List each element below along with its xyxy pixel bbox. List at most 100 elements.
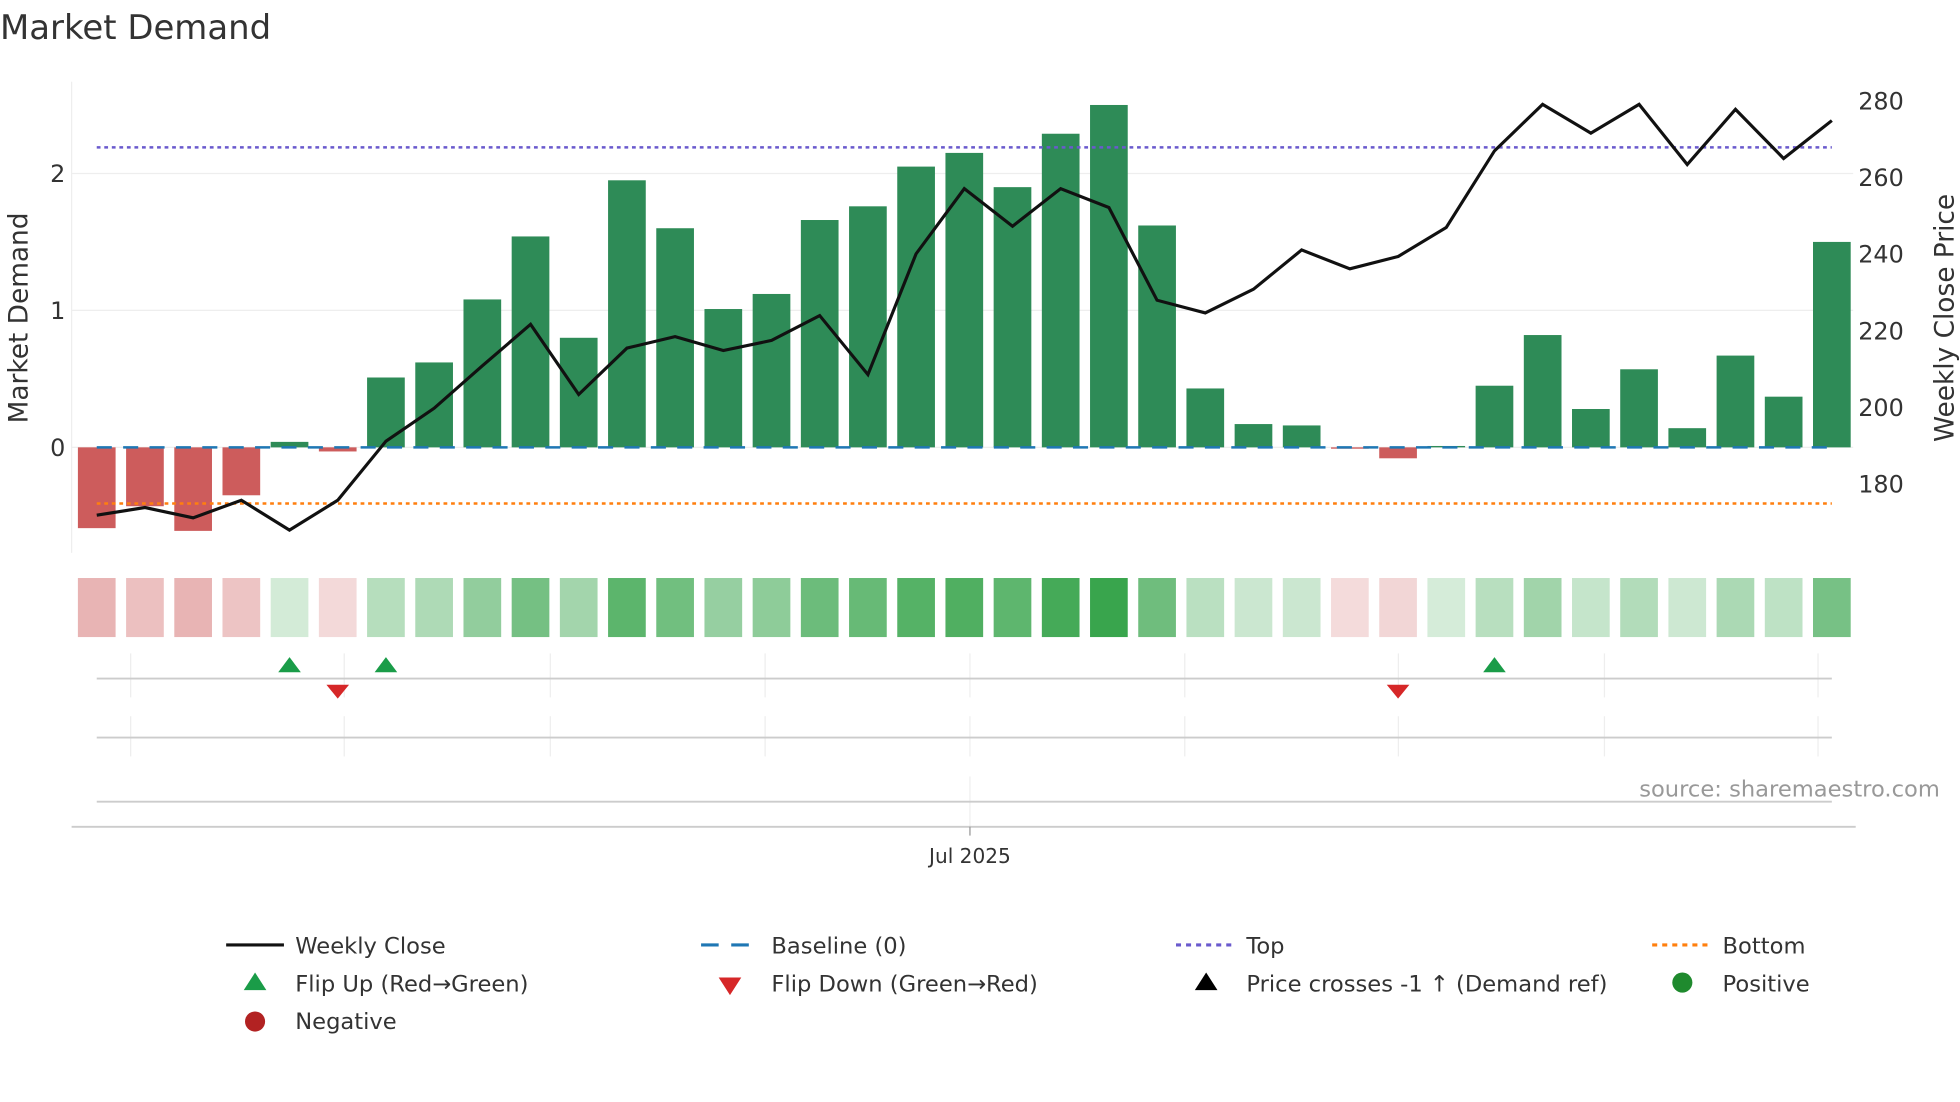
positive-dot-icon	[1672, 972, 1693, 993]
demand-bars	[77, 104, 1851, 531]
heatmap-cell	[752, 578, 791, 638]
heatmap-cell	[897, 578, 935, 638]
y-tick-label: 2	[50, 160, 65, 188]
y2-tick-label: 220	[1858, 317, 1904, 345]
price-cross-icon	[1194, 972, 1218, 991]
demand-bar	[463, 299, 502, 448]
heatmap-cell	[1523, 578, 1562, 638]
market-demand-chart: Market Demand 0 1 2 180 200 220 240 260 280 Mark…	[0, 8, 1960, 1035]
y2-axis-label: Weekly Close Price	[1931, 194, 1960, 442]
demand-bar	[77, 447, 116, 529]
heatmap-cell	[1186, 578, 1225, 638]
heatmap-cell	[1041, 578, 1080, 638]
demand-bar	[849, 206, 887, 448]
demand-bar	[1282, 425, 1321, 448]
demand-bar	[1041, 133, 1080, 448]
flip-down-marker	[1386, 684, 1410, 699]
demand-bar	[1523, 335, 1562, 448]
flip-up-marker	[278, 657, 301, 673]
demand-bar	[1379, 447, 1417, 459]
heatmap-cell	[1234, 578, 1273, 638]
heatmap-cell	[126, 578, 164, 638]
y-axis-label: Market Demand	[5, 212, 35, 423]
heatmap-strip	[77, 578, 1851, 638]
heatmap-cell	[559, 578, 598, 638]
heatmap-cell	[463, 578, 502, 638]
y-tick-label: 0	[50, 434, 65, 462]
legend-negative: Negative	[295, 1009, 396, 1035]
y2-tick-label: 180	[1858, 471, 1904, 499]
demand-bar	[415, 362, 453, 448]
y2-tick-label: 280	[1858, 87, 1904, 115]
demand-bar	[1668, 428, 1707, 448]
heatmap-cell	[1620, 578, 1658, 638]
heatmap-cell	[1379, 578, 1417, 638]
flip-up-marker	[374, 657, 398, 673]
legend-weekly-close: Weekly Close	[295, 934, 445, 960]
y2-tick-label: 200	[1858, 394, 1904, 422]
heatmap-cell	[415, 578, 453, 638]
demand-bar	[222, 447, 261, 496]
flip-up-icon	[243, 972, 267, 991]
legend-bottom: Bottom	[1723, 934, 1806, 960]
heatmap-cell	[511, 578, 550, 638]
demand-bar	[608, 180, 646, 448]
y2-tick-label: 260	[1858, 164, 1904, 192]
legend-top: Top	[1245, 934, 1284, 960]
legend-flip-up: Flip Up (Red→Green)	[295, 971, 528, 997]
heatmap-cell	[1716, 578, 1755, 638]
demand-bar	[1090, 104, 1128, 448]
flip-down-marker	[326, 684, 350, 699]
heatmap-cell	[800, 578, 839, 638]
heatmap-cell	[656, 578, 694, 638]
heatmap-cell	[270, 578, 309, 638]
heatmap-cell	[367, 578, 405, 638]
heatmap-cell	[945, 578, 984, 638]
x-tick-label: Jul 2025	[927, 844, 1011, 868]
heatmap-cell	[1475, 578, 1514, 638]
heatmap-cell	[1668, 578, 1707, 638]
heatmap-cell	[1331, 578, 1369, 638]
demand-bar	[897, 166, 935, 448]
negative-dot-icon	[245, 1011, 266, 1032]
demand-bar	[1764, 396, 1803, 448]
demand-bar	[1138, 225, 1176, 448]
heatmap-cell	[608, 578, 646, 638]
legend: Weekly Close Baseline (0) Top Bottom Fli…	[226, 934, 1810, 1035]
demand-bar	[1620, 369, 1658, 448]
heatmap-cell	[1572, 578, 1610, 638]
heatmap-cell	[174, 578, 212, 638]
flip-up-marker	[1483, 657, 1506, 673]
flip-down-icon	[718, 977, 742, 996]
heatmap-cell	[222, 578, 261, 638]
heatmap-cell	[318, 578, 357, 638]
heatmap-cell	[1090, 578, 1128, 638]
source-label: source: sharemaestro.com	[1639, 777, 1940, 803]
chart-title: Market Demand	[0, 8, 271, 47]
demand-bar	[1475, 385, 1514, 448]
heatmap-cell	[849, 578, 887, 638]
legend-flip-down: Flip Down (Green→Red)	[771, 971, 1037, 997]
demand-bar	[1813, 241, 1851, 448]
heatmap-cell	[1138, 578, 1176, 638]
y2-tick-label: 240	[1858, 241, 1904, 269]
demand-bar	[367, 377, 405, 448]
heatmap-cell	[77, 578, 116, 638]
demand-bar	[1572, 409, 1610, 448]
legend-price-cross: Price crosses -1 ↑ (Demand ref)	[1246, 971, 1607, 997]
legend-baseline: Baseline (0)	[771, 934, 906, 960]
heatmap-cell	[1813, 578, 1851, 638]
heatmap-cell	[1764, 578, 1803, 638]
heatmap-cell	[1427, 578, 1466, 638]
demand-bar	[704, 309, 743, 448]
heatmap-cell	[1282, 578, 1321, 638]
legend-positive: Positive	[1723, 971, 1810, 997]
demand-bar	[126, 447, 164, 507]
y-tick-label: 1	[50, 297, 65, 325]
demand-bar	[752, 293, 791, 448]
heatmap-cell	[704, 578, 743, 638]
demand-bar	[1234, 424, 1273, 448]
demand-bar	[1186, 388, 1225, 448]
demand-bar	[1716, 355, 1755, 448]
heatmap-cell	[993, 578, 1032, 638]
